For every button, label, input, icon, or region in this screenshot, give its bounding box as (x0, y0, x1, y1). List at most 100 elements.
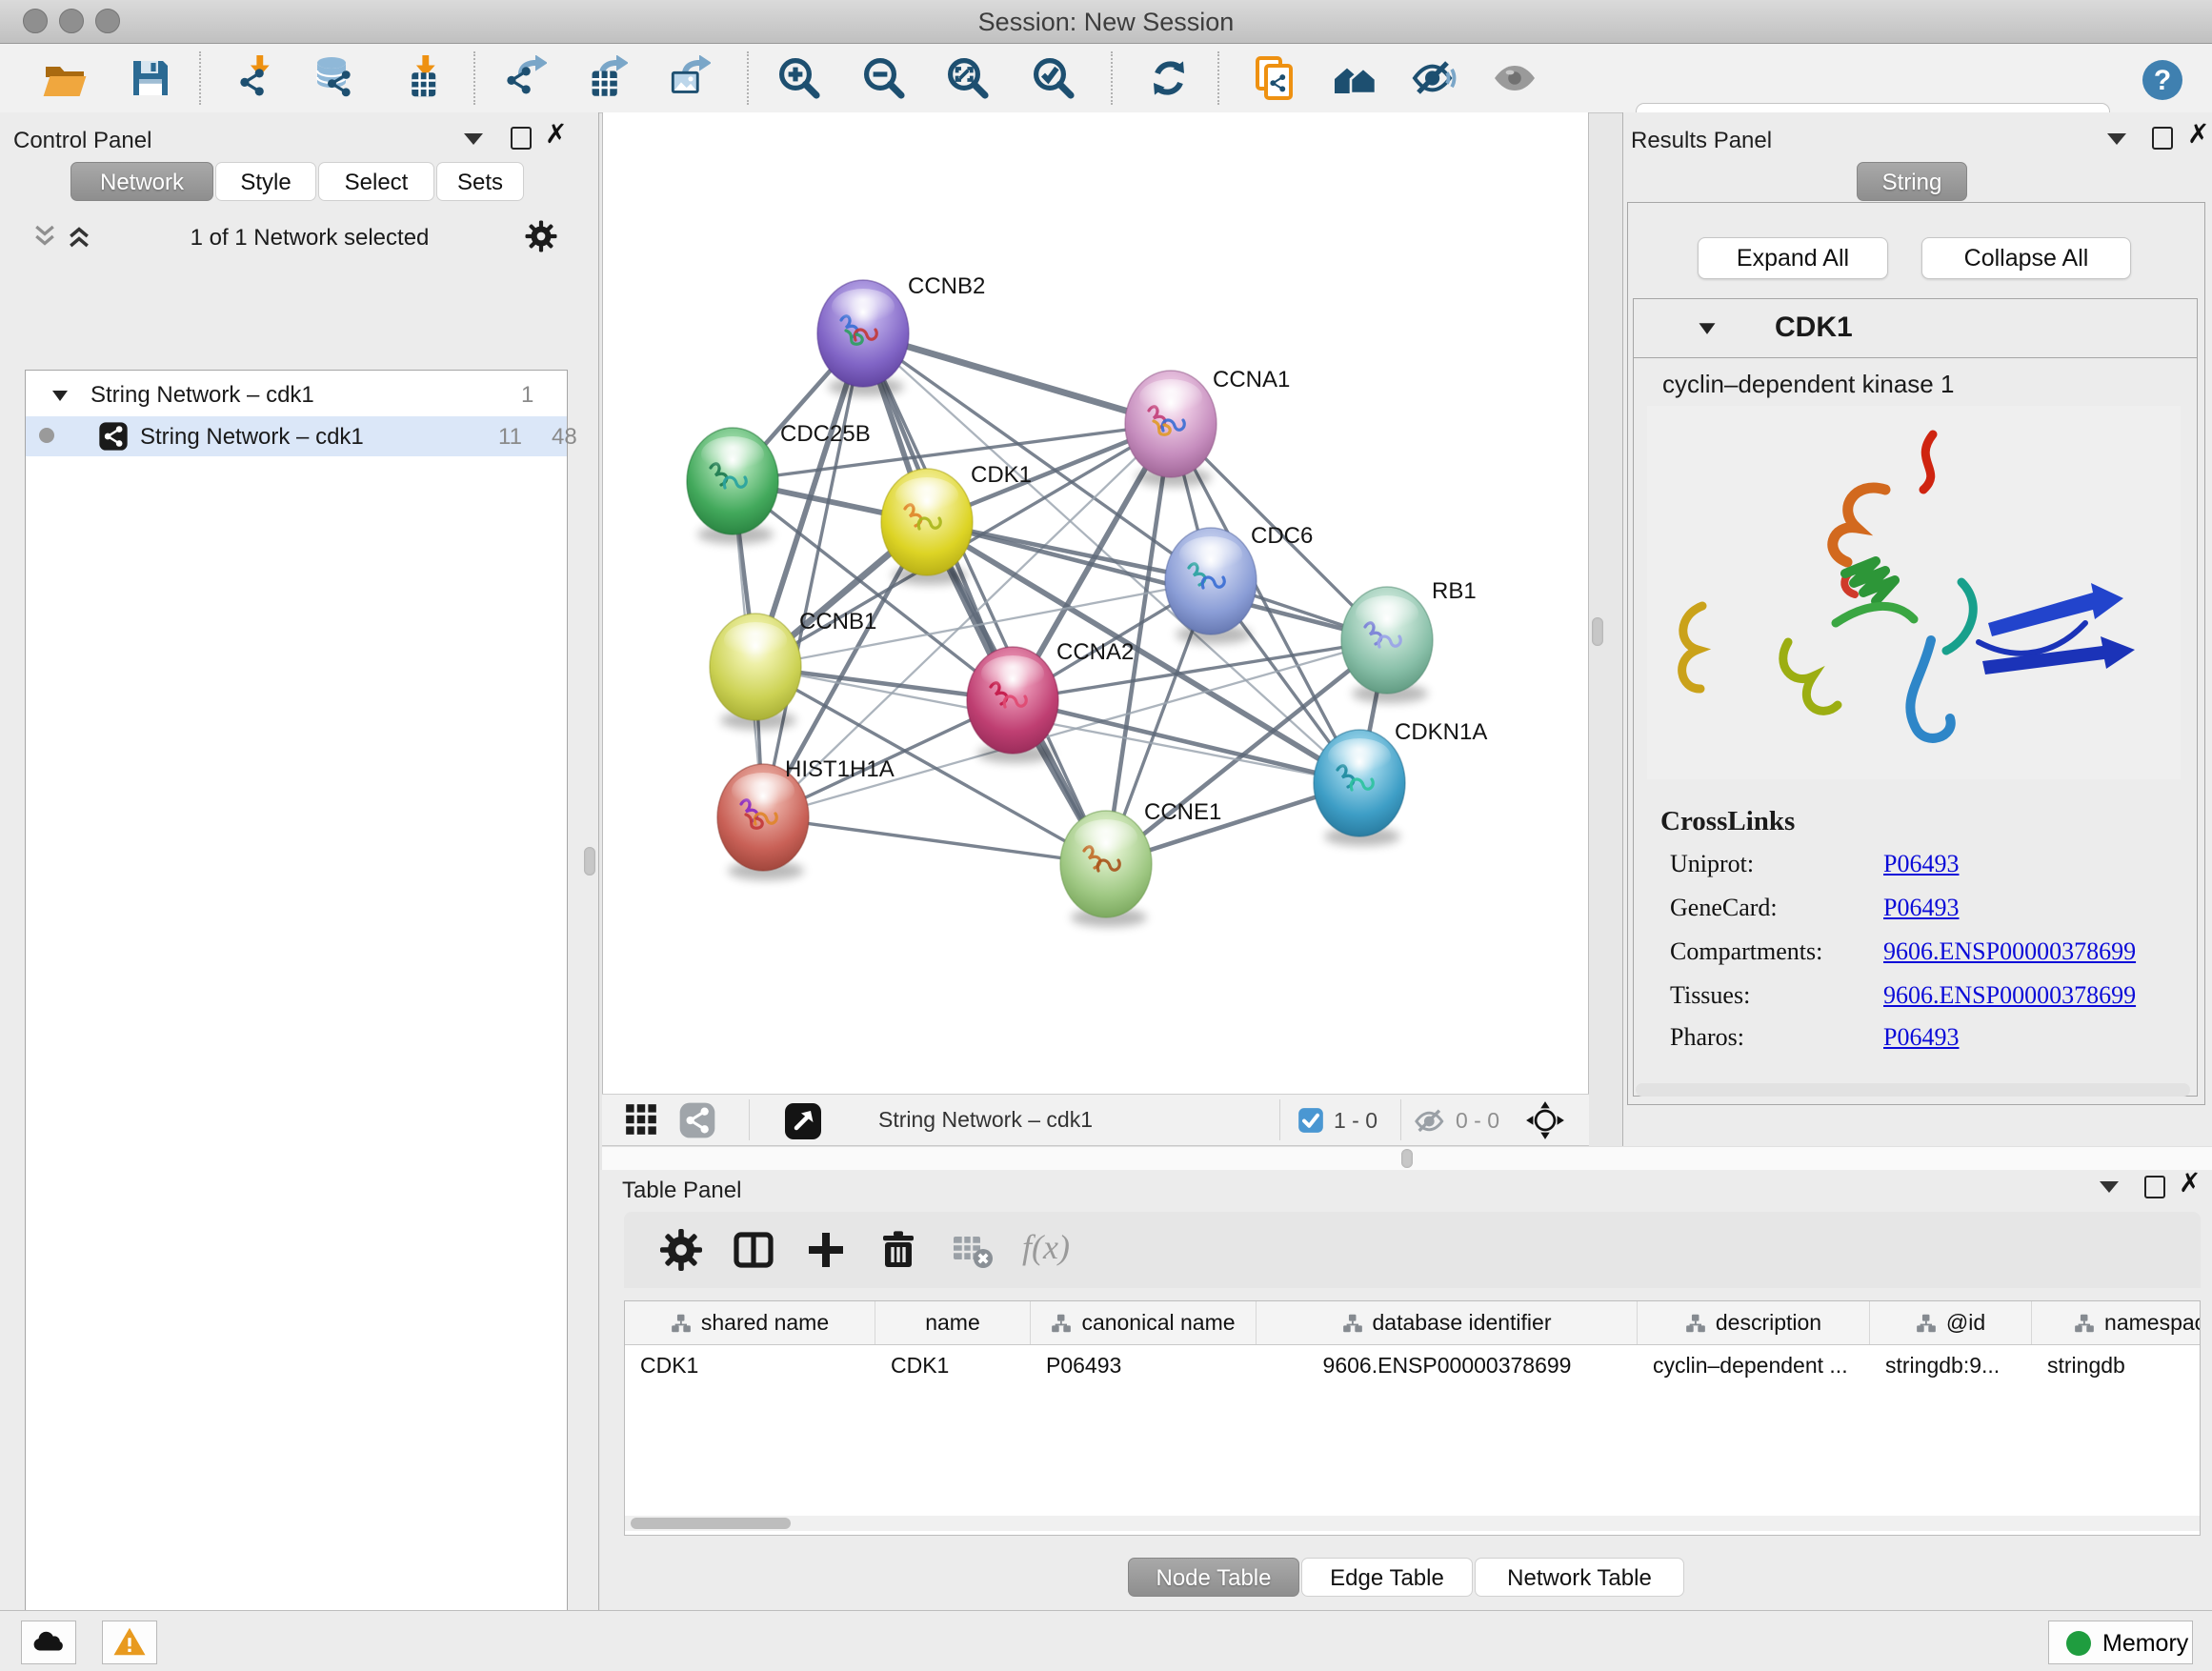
create-column-button[interactable] (803, 1227, 849, 1273)
float-panel-button[interactable] (2152, 127, 2173, 150)
column-header-name[interactable]: name (875, 1301, 1031, 1344)
help-button[interactable]: ? (2140, 57, 2185, 103)
delete-table-button[interactable] (950, 1227, 995, 1273)
gene-header[interactable]: CDK1 (1634, 299, 2197, 358)
delete-column-button[interactable] (875, 1227, 921, 1273)
expand-all-networks-button[interactable] (65, 222, 93, 253)
node-label-CCNE1: CCNE1 (1144, 799, 1221, 825)
table-cell[interactable]: stringdb:9... (1870, 1345, 2032, 1385)
network-row-selected[interactable]: String Network – cdk1 11 48 (26, 416, 567, 456)
close-panel-button[interactable]: ✗ (2179, 1174, 2201, 1193)
birdseye-view-button[interactable] (783, 1101, 823, 1144)
table-cell[interactable]: CDK1 (875, 1345, 1031, 1385)
network-node-CCNB2[interactable] (817, 280, 909, 396)
zoom-out-button[interactable] (860, 55, 906, 101)
export-image-button[interactable] (665, 55, 711, 101)
network-canvas[interactable]: CCNB2CCNA1CDC25BCDK1CDC6RB1CCNB1CCNA2CDK… (602, 112, 1589, 1094)
crosslink-link[interactable]: P06493 (1883, 894, 1959, 922)
hide-selected-button[interactable] (1412, 55, 1458, 101)
tab-edge-table[interactable]: Edge Table (1301, 1558, 1473, 1597)
duplicate-icon (1252, 55, 1297, 101)
collapse-all-button[interactable]: Collapse All (1921, 237, 2131, 279)
tab-select[interactable]: Select (318, 162, 434, 201)
table-cell[interactable]: cyclin–dependent ... (1638, 1345, 1870, 1385)
network-node-RB1[interactable] (1341, 587, 1433, 703)
tab-string[interactable]: String (1857, 162, 1967, 201)
fit-content-button[interactable] (1524, 1099, 1566, 1144)
table-options-gear-button[interactable] (658, 1227, 704, 1273)
results-scrollbar[interactable] (1636, 1083, 2190, 1097)
apply-layout-button[interactable] (1146, 55, 1192, 101)
collapse-panel-button[interactable] (2107, 133, 2126, 145)
close-panel-button[interactable]: ✗ (2187, 125, 2209, 144)
zoom-selected-button[interactable] (1030, 55, 1076, 101)
selected-checkbox[interactable] (1297, 1107, 1324, 1137)
collapse-all-networks-button[interactable] (30, 222, 59, 253)
close-panel-button[interactable]: ✗ (545, 125, 567, 144)
export-table-icon (582, 55, 628, 101)
import-network-from-database-button[interactable] (312, 55, 358, 101)
crosslink-label: Compartments: (1670, 937, 1822, 965)
column-header-namespace[interactable]: namespace (2032, 1301, 2201, 1344)
save-session-button[interactable] (128, 55, 173, 101)
network-edge[interactable] (763, 333, 863, 817)
memory-button[interactable]: Memory (2048, 1621, 2193, 1664)
network-collection-row[interactable]: String Network – cdk1 1 (26, 376, 567, 416)
import-table-from-file-button[interactable] (398, 55, 444, 101)
network-node-CDC25B[interactable] (687, 428, 778, 544)
export-table-button[interactable] (582, 55, 628, 101)
open-session-button[interactable] (42, 55, 88, 101)
network-node-CCNB1[interactable] (710, 614, 801, 730)
crosslink-row: Compartments:9606.ENSP00000378699 (1670, 937, 1822, 966)
show-all-button[interactable] (1492, 55, 1538, 101)
first-neighbors-button[interactable] (1332, 55, 1377, 101)
duplicate-network-button[interactable] (1252, 55, 1297, 101)
network-node-CCNE1[interactable] (1060, 811, 1152, 927)
export-network-button[interactable] (501, 55, 547, 101)
table-cell[interactable]: stringdb (2032, 1345, 2201, 1385)
crosslink-link[interactable]: 9606.ENSP00000378699 (1883, 937, 2136, 966)
column-header-canonical-name[interactable]: canonical name (1031, 1301, 1257, 1344)
network-edge[interactable] (763, 817, 1106, 864)
zoom-fit-button[interactable] (944, 55, 990, 101)
tab-sets[interactable]: Sets (436, 162, 524, 201)
function-builder-button[interactable]: f(x) (1022, 1227, 1070, 1267)
import-network-from-file-button[interactable] (232, 55, 278, 101)
crosslink-link[interactable]: P06493 (1883, 1023, 1959, 1052)
memory-label: Memory (2102, 1630, 2188, 1658)
zoom-in-button[interactable] (775, 55, 821, 101)
table-cell[interactable]: CDK1 (625, 1345, 875, 1385)
table-cell[interactable]: 9606.ENSP00000378699 (1257, 1345, 1638, 1385)
column-header-shared-name[interactable]: shared name (625, 1301, 875, 1344)
network-share-view-button[interactable] (678, 1101, 716, 1142)
collapse-panel-button[interactable] (2100, 1181, 2119, 1193)
table-hscroll-thumb[interactable] (631, 1518, 791, 1529)
crosslink-row: Tissues:9606.ENSP00000378699 (1670, 981, 1750, 1010)
network-options-gear-button[interactable] (524, 219, 558, 256)
cloud-status-button[interactable] (21, 1621, 76, 1664)
float-panel-button[interactable] (511, 127, 532, 150)
float-panel-button[interactable] (2144, 1176, 2165, 1198)
column-header--id[interactable]: @id (1870, 1301, 2032, 1344)
hidden-elements-button[interactable] (1414, 1105, 1446, 1140)
tab-node-table[interactable]: Node Table (1128, 1558, 1299, 1597)
crosslink-link[interactable]: 9606.ENSP00000378699 (1883, 981, 2136, 1010)
table-cell[interactable]: P06493 (1031, 1345, 1257, 1385)
expand-all-button[interactable]: Expand All (1698, 237, 1888, 279)
network-node-CDKN1A[interactable] (1314, 730, 1405, 846)
show-columns-button[interactable] (731, 1227, 776, 1273)
network-node-CCNA1[interactable] (1125, 371, 1217, 487)
warnings-button[interactable] (102, 1621, 157, 1664)
tab-style[interactable]: Style (215, 162, 316, 201)
tab-network-table[interactable]: Network Table (1475, 1558, 1684, 1597)
bottom-splitter-handle[interactable] (1401, 1149, 1413, 1168)
left-splitter-handle[interactable] (584, 847, 595, 876)
column-header-database-identifier[interactable]: database identifier (1257, 1301, 1638, 1344)
network-edge[interactable] (863, 333, 1171, 424)
collapse-panel-button[interactable] (464, 133, 483, 145)
right-splitter-handle[interactable] (1592, 617, 1603, 646)
column-header-description[interactable]: description (1638, 1301, 1870, 1344)
grid-view-button[interactable] (623, 1101, 659, 1140)
tab-network[interactable]: Network (70, 162, 213, 201)
crosslink-link[interactable]: P06493 (1883, 850, 1959, 878)
